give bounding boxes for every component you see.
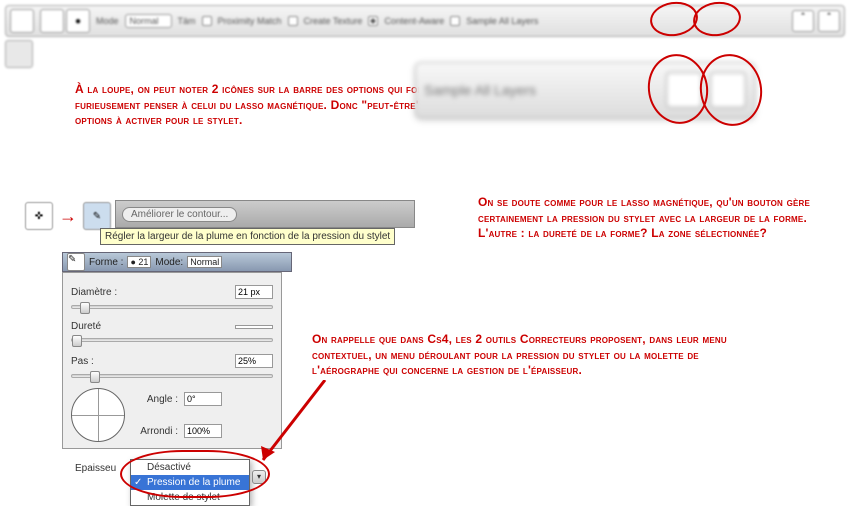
brush-properties-panel: Diamètre : 21 px Dureté Pas : 25% Angle … xyxy=(62,272,282,449)
annotation-text-3: On rappelle que dans Cs4, les 2 outils C… xyxy=(312,332,732,379)
spacing-value[interactable]: 25% xyxy=(235,354,273,368)
spacing-label: Pas : xyxy=(71,356,131,367)
pen-pressure-tool-icon[interactable]: ✎ xyxy=(83,202,111,230)
angle-label: Angle : xyxy=(133,394,178,405)
zoom-sample-label: Sample All Layers xyxy=(424,82,536,98)
brush-preset-dropdown[interactable]: ● xyxy=(66,9,90,33)
annotation-text-1: À la loupe, on peut noter 2 icônes sur l… xyxy=(75,82,445,129)
forme-label: Forme : xyxy=(89,257,123,268)
diameter-label: Diamètre : xyxy=(71,287,131,298)
thickness-label: Epaisseu xyxy=(75,463,116,474)
mode-select[interactable]: Normal xyxy=(125,14,172,28)
angle-value[interactable]: 0° xyxy=(184,392,222,406)
spacing-slider[interactable] xyxy=(71,374,273,378)
radio-content-aware[interactable] xyxy=(368,16,378,26)
brush-tip-icon[interactable]: ✎ xyxy=(67,253,85,271)
opt-proximity: Proximity Match xyxy=(218,16,282,26)
small-arrow-icon: → xyxy=(59,206,77,227)
hardness-value[interactable] xyxy=(235,325,273,329)
opt-tam: Täm xyxy=(178,16,196,26)
radio-texture[interactable] xyxy=(288,16,298,26)
hardness-label: Dureté xyxy=(71,321,131,332)
opt-sample: Sample All Layers xyxy=(466,16,538,26)
side-tool-icon[interactable] xyxy=(5,40,33,68)
mode-label-2: Mode: xyxy=(155,257,183,268)
mode-value-2[interactable]: Normal xyxy=(187,256,222,268)
refine-edge-bar: Améliorer le contour... xyxy=(115,200,415,228)
radio-proximity[interactable] xyxy=(202,16,212,26)
brush-bar: ✎ Forme : ● 21 Mode: Normal xyxy=(62,252,292,272)
hardness-slider[interactable] xyxy=(71,338,273,342)
annotation-arrow xyxy=(255,380,335,470)
mode-label: Mode xyxy=(96,16,119,26)
opt-texture: Create Texture xyxy=(304,16,363,26)
annotation-circle xyxy=(120,450,270,498)
stylus-pressure-icon-2[interactable] xyxy=(818,10,840,32)
tooltip: Régler la largeur de la plume en fonctio… xyxy=(100,228,395,245)
brush-preset-icon[interactable] xyxy=(40,9,64,33)
opt-content: Content-Aware xyxy=(384,16,444,26)
diameter-slider[interactable] xyxy=(71,305,273,309)
tool-icon-pair: ✜ → ✎ xyxy=(25,202,111,230)
roundness-value[interactable]: 100% xyxy=(184,424,222,438)
annotation-text-2: On se doute comme pour le lasso magnétiq… xyxy=(478,195,828,242)
stylus-pressure-icon[interactable] xyxy=(792,10,814,32)
roundness-label: Arrondi : xyxy=(133,426,178,437)
tool-icon[interactable] xyxy=(10,9,34,33)
diameter-value[interactable]: 21 px xyxy=(235,285,273,299)
healing-tool-icon[interactable]: ✜ xyxy=(25,202,53,230)
check-sample-layers[interactable] xyxy=(450,16,460,26)
refine-edge-button[interactable]: Améliorer le contour... xyxy=(122,207,237,222)
angle-control[interactable] xyxy=(71,388,125,442)
forme-value[interactable]: ● 21 xyxy=(127,256,151,268)
